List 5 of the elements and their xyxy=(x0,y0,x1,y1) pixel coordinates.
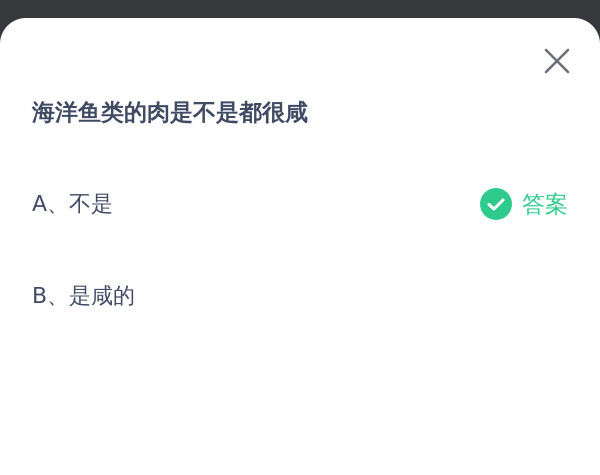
option-text[interactable]: A、不是 xyxy=(32,189,114,219)
answer-label: 答案 xyxy=(522,190,568,220)
close-icon[interactable] xyxy=(544,48,570,74)
question-text: 海洋鱼类的肉是不是都很咸 xyxy=(32,99,309,128)
option-text[interactable]: B、是咸的 xyxy=(32,281,136,311)
